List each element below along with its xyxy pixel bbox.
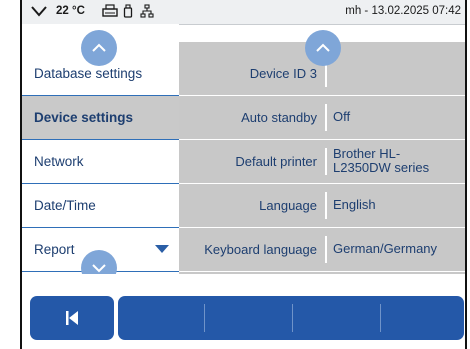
setting-value: English — [333, 197, 376, 212]
setting-value: Off — [333, 109, 351, 124]
cell-divider — [325, 104, 327, 131]
user-datetime: mh - 13.02.2025 07:42 — [345, 5, 461, 17]
cell-divider — [325, 148, 327, 175]
setting-value: German/Germany — [333, 241, 438, 256]
chevron-up-icon — [92, 43, 106, 52]
dropdown-triangle-icon[interactable] — [155, 245, 169, 253]
setting-value: Brother HL-L2350DW series — [333, 146, 430, 175]
chevron-down-icon — [92, 264, 106, 273]
settings-row-auto-standby[interactable]: Auto standby Off — [179, 96, 465, 140]
softkey-4[interactable] — [381, 296, 467, 340]
setting-value — [333, 52, 461, 94]
setting-label: Auto standby — [241, 109, 317, 125]
network-icon — [140, 4, 154, 18]
softkey-3[interactable] — [293, 296, 379, 340]
menu-item-label: Date/Time — [34, 198, 96, 213]
device-frame: 22 °C mh - 13.02.2025 07:42 Database set… — [20, 0, 467, 349]
menu-item-device-settings[interactable]: Device settings — [22, 96, 179, 140]
cell-divider — [325, 236, 327, 263]
skip-back-icon — [66, 311, 78, 325]
menu-item-label: Database settings — [34, 66, 143, 81]
setting-label: Keyboard language — [204, 241, 317, 257]
settings-table: Device ID 3 Auto standby Off Default pri… — [179, 42, 465, 274]
setting-label: Default printer — [235, 153, 317, 169]
menu-item-date-time[interactable]: Date/Time — [22, 184, 179, 228]
menu-item-label: Device settings — [34, 110, 134, 125]
settings-row-default-printer[interactable]: Default printer Brother HL-L2350DW serie… — [179, 140, 465, 184]
chevron-down-icon[interactable] — [30, 4, 48, 18]
back-button[interactable] — [30, 296, 114, 340]
softkey-2[interactable] — [205, 296, 291, 340]
bottom-action-bar — [22, 274, 465, 349]
settings-row-language[interactable]: Language English — [179, 184, 465, 228]
menu-item-network[interactable]: Network — [22, 140, 179, 184]
status-bar: 22 °C mh - 13.02.2025 07:42 — [22, 0, 465, 25]
table-scroll-up-button[interactable] — [305, 30, 341, 66]
settings-row-keyboard-language[interactable]: Keyboard language German/Germany — [179, 228, 465, 272]
softkey-bar — [118, 296, 464, 340]
menu-item-label: Network — [34, 154, 84, 169]
usb-stick-icon — [123, 4, 133, 18]
setting-label: Language — [259, 197, 317, 213]
menu-item-label: Report — [34, 242, 75, 257]
chevron-up-icon — [316, 43, 330, 52]
menu-scroll-up-button[interactable] — [81, 30, 117, 66]
softkey-1[interactable] — [118, 296, 204, 340]
setting-label: Device ID 3 — [249, 65, 317, 81]
printer-icon — [102, 4, 118, 17]
temperature-readout: 22 °C — [56, 5, 85, 17]
cell-divider — [325, 192, 327, 219]
